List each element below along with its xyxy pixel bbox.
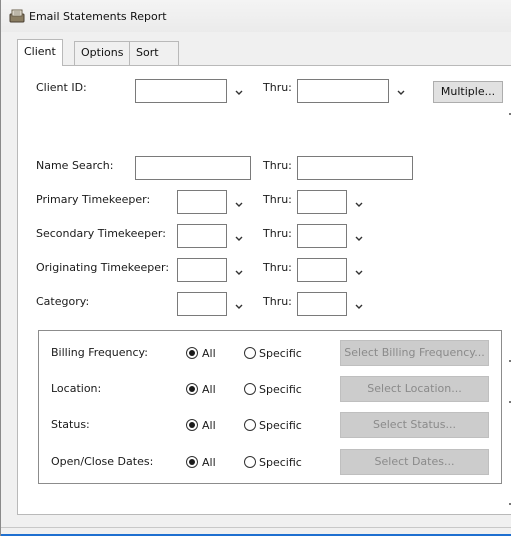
open-close-dates-specific-label: Specific (259, 456, 302, 469)
secondary-timekeeper-field[interactable] (177, 224, 227, 248)
select-location-button[interactable]: Select Location... (340, 376, 489, 402)
title-bar: Email Statements Report (1, 0, 511, 32)
category-thru-label: Thru: (263, 295, 292, 308)
billing-frequency-all-label: All (202, 347, 216, 360)
location-specific-radio[interactable] (244, 383, 256, 395)
secondary-timekeeper-label: Secondary Timekeeper: (36, 227, 166, 240)
client-thru-field[interactable] (297, 79, 389, 103)
secondary-thru-label: Thru: (263, 227, 292, 240)
chevron-down-icon[interactable] (233, 267, 245, 279)
status-all-label: All (202, 419, 216, 432)
billing-frequency-specific-radio[interactable] (244, 347, 256, 359)
location-all-label: All (202, 383, 216, 396)
client-id-label: Client ID: (36, 81, 87, 94)
primary-timekeeper-field[interactable] (177, 190, 227, 214)
report-window-icon (9, 9, 25, 23)
chevron-down-icon[interactable] (353, 267, 365, 279)
client-id-field[interactable] (135, 79, 227, 103)
bottom-strip (1, 515, 511, 536)
multiple-button[interactable]: Multiple... (433, 81, 503, 103)
status-label: Status: (51, 418, 90, 431)
chevron-down-icon[interactable] (233, 301, 245, 313)
window-title: Email Statements Report (29, 10, 167, 23)
originating-thru-field[interactable] (297, 258, 347, 282)
name-search-field[interactable] (135, 156, 251, 180)
category-field[interactable] (177, 292, 227, 316)
tab-client[interactable]: Client (17, 39, 63, 66)
chevron-down-icon[interactable] (395, 87, 407, 99)
chevron-down-icon[interactable] (353, 199, 365, 211)
chevron-down-icon[interactable] (233, 199, 245, 211)
open-close-dates-specific-radio[interactable] (244, 456, 256, 468)
location-specific-label: Specific (259, 383, 302, 396)
originating-timekeeper-field[interactable] (177, 258, 227, 282)
report-window: Email Statements Report Client Options S… (0, 0, 511, 536)
chevron-down-icon[interactable] (353, 233, 365, 245)
chevron-down-icon[interactable] (233, 87, 245, 99)
status-all-radio[interactable] (186, 419, 198, 431)
client-thru-label: Thru: (263, 81, 292, 94)
chevron-down-icon[interactable] (233, 233, 245, 245)
category-label: Category: (36, 295, 90, 308)
secondary-thru-field[interactable] (297, 224, 347, 248)
primary-thru-label: Thru: (263, 193, 292, 206)
primary-thru-field[interactable] (297, 190, 347, 214)
tab-options[interactable]: Options (74, 41, 131, 65)
open-close-dates-all-radio[interactable] (186, 456, 198, 468)
originating-thru-label: Thru: (263, 261, 292, 274)
name-thru-label: Thru: (263, 159, 292, 172)
category-thru-field[interactable] (297, 292, 347, 316)
billing-frequency-all-radio[interactable] (186, 347, 198, 359)
originating-timekeeper-label: Originating Timekeeper: (36, 261, 170, 274)
name-thru-field[interactable] (297, 156, 413, 180)
location-label: Location: (51, 382, 102, 395)
name-search-label: Name Search: (36, 159, 114, 172)
tab-sort[interactable]: Sort (129, 41, 179, 65)
billing-frequency-specific-label: Specific (259, 347, 302, 360)
chevron-down-icon[interactable] (353, 301, 365, 313)
open-close-dates-label: Open/Close Dates: (51, 455, 154, 468)
billing-frequency-label: Billing Frequency: (51, 346, 148, 359)
location-all-radio[interactable] (186, 383, 198, 395)
status-specific-label: Specific (259, 419, 302, 432)
select-status-button[interactable]: Select Status... (340, 412, 489, 438)
select-billing-frequency-button[interactable]: Select Billing Frequency... (340, 340, 489, 366)
select-dates-button[interactable]: Select Dates... (340, 449, 489, 475)
open-close-dates-all-label: All (202, 456, 216, 469)
status-specific-radio[interactable] (244, 419, 256, 431)
primary-timekeeper-label: Primary Timekeeper: (36, 193, 151, 206)
